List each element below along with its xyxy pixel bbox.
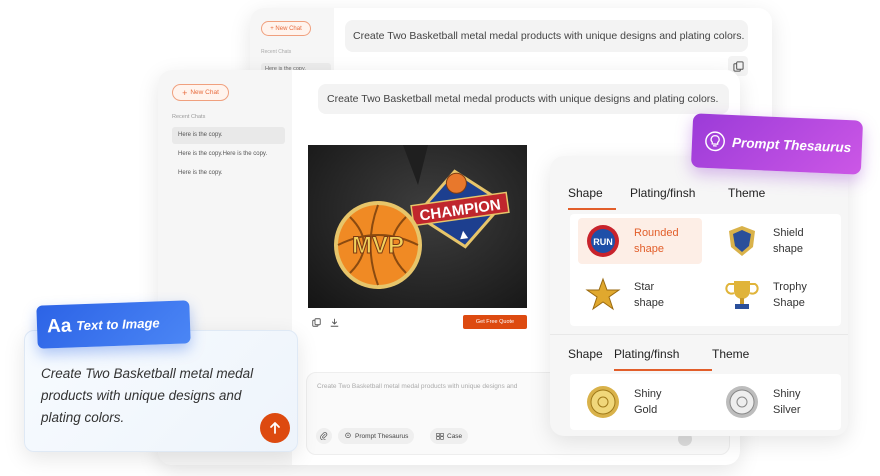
prompt-input-placeholder: Create Two Basketball metal medal produc… <box>317 383 518 390</box>
option-rounded-shape[interactable]: RUN Rounded shape <box>578 218 702 264</box>
arrow-up-icon <box>270 422 280 434</box>
new-chat-button[interactable]: + New Chat <box>172 84 229 101</box>
paperclip-icon <box>320 432 328 440</box>
prompt-thesaurus-chip[interactable]: Prompt Thesaurus <box>338 428 415 444</box>
tab-theme[interactable]: Theme <box>728 186 765 206</box>
download-icon[interactable] <box>328 316 340 328</box>
silver-medal-icon <box>723 383 761 421</box>
plus-icon: + <box>182 87 188 98</box>
text-to-image-card: Create Two Basketball metal medal produc… <box>24 330 298 452</box>
tab-shape[interactable]: Shape <box>568 186 616 210</box>
rounded-medal-icon: RUN <box>584 222 622 260</box>
send-button[interactable] <box>260 413 290 443</box>
image-toolbar <box>310 316 340 328</box>
plus-icon: + <box>270 25 274 32</box>
text-to-image-badge: Aa Text to Image <box>36 300 191 349</box>
back-new-chat-button[interactable]: + New Chat <box>261 21 311 36</box>
option-shiny-gold[interactable]: Shiny Gold <box>578 379 702 425</box>
prompt-bubble: Create Two Basketball metal medal produc… <box>318 84 729 114</box>
star-medal-icon <box>584 276 622 314</box>
plating-tabs: Shape Plating/finsh Theme <box>568 347 749 371</box>
shape-tabs: Shape Plating/finsh Theme <box>568 186 765 210</box>
trophy-medal-icon <box>723 276 761 314</box>
plating-options: Shiny Gold Shiny Silver <box>570 374 841 430</box>
recent-chats-label: Recent Chats <box>172 114 206 120</box>
option-star-shape[interactable]: Star shape <box>578 272 702 318</box>
tab-plating[interactable]: Plating/finsh <box>630 186 728 206</box>
copy-icon[interactable] <box>310 316 322 328</box>
svg-text:RUN: RUN <box>593 237 613 247</box>
get-free-quote-button[interactable]: Get Free Quote <box>463 315 527 329</box>
back-prompt-bubble: Create Two Basketball metal medal produc… <box>345 20 748 52</box>
gold-medal-icon <box>584 383 622 421</box>
back-recent-label: Recent Chats <box>261 49 292 55</box>
shield-medal-icon <box>723 222 761 260</box>
shape-options: RUN Rounded shape Shield shape Star shape T… <box>570 214 841 326</box>
text-format-icon: Aa <box>46 314 72 337</box>
case-icon <box>436 433 444 440</box>
case-chip[interactable]: Case <box>430 428 469 444</box>
tab-shape[interactable]: Shape <box>568 347 614 367</box>
option-shield-shape[interactable]: Shield shape <box>717 218 841 264</box>
divider <box>550 334 848 335</box>
history-item[interactable]: Here is the copy. <box>172 127 285 144</box>
location-pin-icon <box>345 432 351 439</box>
option-trophy-shape[interactable]: Trophy Shape <box>717 272 841 318</box>
option-shiny-silver[interactable]: Shiny Silver <box>717 379 841 425</box>
mvp-text: MVP <box>352 232 404 259</box>
tab-plating[interactable]: Plating/finsh <box>614 347 712 371</box>
generated-medal-image[interactable]: CHAMPION MVP <box>308 145 527 308</box>
tab-theme[interactable]: Theme <box>712 347 749 367</box>
attach-button[interactable] <box>316 428 332 444</box>
prompt-thesaurus-badge: Prompt Thesaurus <box>690 113 864 175</box>
prompt-thesaurus-panel: Shape Plating/finsh Theme RUN Rounded sha… <box>550 156 848 436</box>
history-item[interactable]: Here is the copy.Here is the copy. <box>172 146 285 163</box>
text-to-image-description: Create Two Basketball metal medal produc… <box>41 366 254 425</box>
lightbulb-icon <box>705 131 725 152</box>
history-item[interactable]: Here is the copy. <box>172 165 285 182</box>
